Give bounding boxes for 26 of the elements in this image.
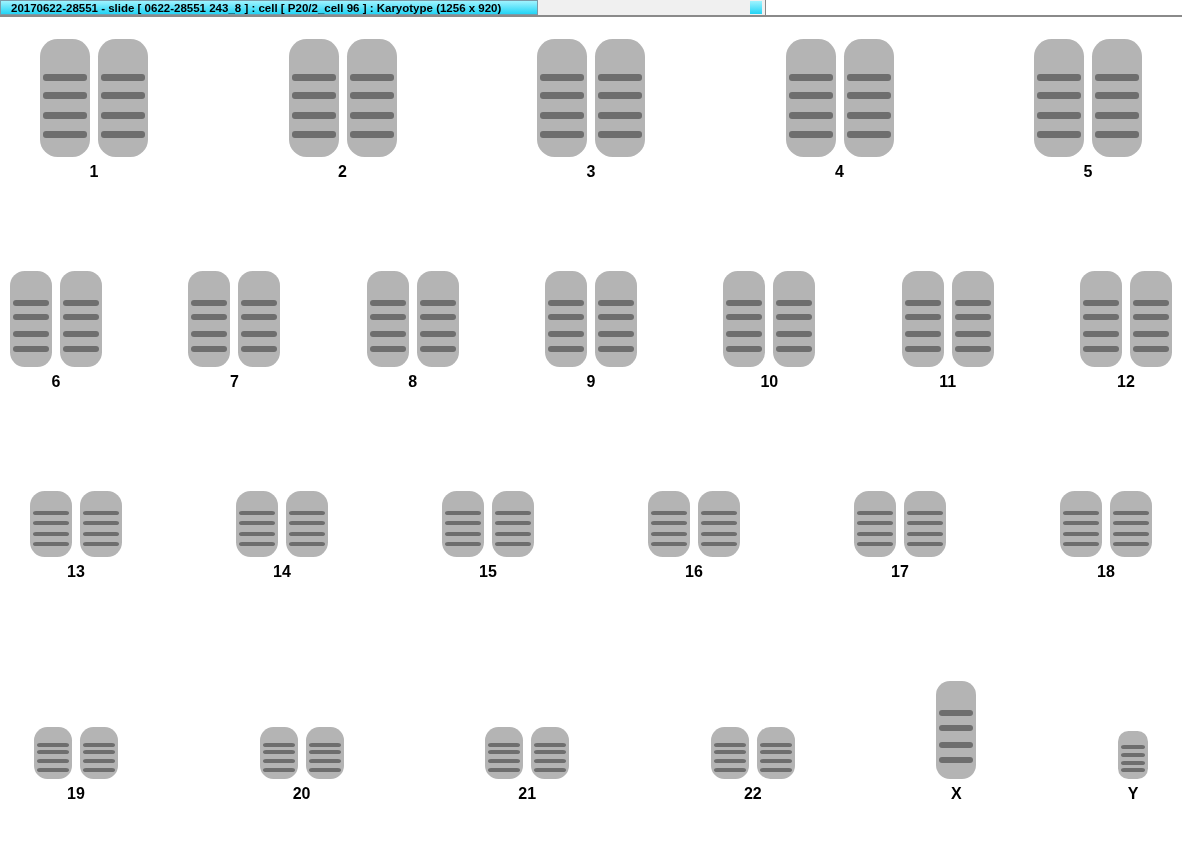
chromosome-label: 16 xyxy=(685,563,703,581)
scroll-thumb[interactable] xyxy=(750,1,762,14)
chromosome-label: 5 xyxy=(1083,163,1093,181)
chromosome-label: 4 xyxy=(835,163,844,181)
chromosome-label: 3 xyxy=(586,163,596,181)
chromosome-label: X xyxy=(951,785,962,803)
chromosome-label: 20 xyxy=(292,785,311,803)
chromosome-label: 11 xyxy=(939,373,957,391)
chromosome-label: 12 xyxy=(1117,373,1135,391)
window-title: 20170622-28551 - slide [ 0622-28551 243_8 ] : cell [ P20/2_cell 96 ] : Karyotype (1256 x 920) xyxy=(0,0,538,15)
chromosome-label: 15 xyxy=(479,563,497,581)
chromosome-label: 17 xyxy=(891,563,909,581)
chromosome-label: 10 xyxy=(760,373,779,391)
chromosome-label: Y xyxy=(1127,785,1139,803)
chromosome-label: 21 xyxy=(518,785,537,803)
chromosome-label: 14 xyxy=(273,563,291,581)
chromosome-label: 2 xyxy=(338,163,347,181)
chromosome-label: 7 xyxy=(229,373,239,391)
chromosome-label: 8 xyxy=(408,373,418,391)
chromosome-label: 19 xyxy=(67,785,85,803)
chromosome-label: 13 xyxy=(67,563,85,581)
chromosome-label: 6 xyxy=(51,373,61,391)
chromosome-label: 1 xyxy=(89,163,99,181)
chromosome-label: 22 xyxy=(743,785,762,803)
chromosome-label: 18 xyxy=(1097,563,1115,581)
chromosome-label: 9 xyxy=(586,373,596,391)
